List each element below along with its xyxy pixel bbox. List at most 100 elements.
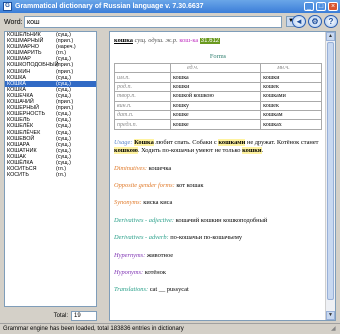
list-item-word: КОШКА	[7, 86, 26, 93]
list-item-word: КОШКА	[7, 74, 26, 81]
forms-header-cell	[114, 62, 171, 74]
list-item-word: КОШАТНИК	[7, 147, 37, 154]
article-scrollbar[interactable]: ▲ ▼	[325, 32, 335, 320]
form-cell: кошек	[260, 81, 322, 93]
list-item-word: КОШАРА	[7, 141, 30, 148]
synonyms-value[interactable]: киска киса	[143, 199, 172, 206]
derivatives-adjective-section: Derivatives - adjective: кошачий кошкин …	[114, 217, 322, 225]
case-cell: вин.п.	[114, 100, 171, 111]
table-row: твор.п. кошкой кошкою кошками	[114, 91, 322, 102]
maximize-button[interactable]: □	[316, 2, 326, 11]
forms-table: ед.ч. мн.ч. им.п. кошка кошки род.п. кошки коше…	[114, 62, 322, 130]
table-row: предл.п. кошке кошках	[114, 119, 322, 130]
list-item-word: КОШКА	[7, 80, 26, 87]
scrollbar-thumb[interactable]	[327, 42, 334, 300]
opposite-gender-section: Opposite gender forms: кот кошак	[114, 182, 322, 190]
close-button[interactable]: ×	[328, 2, 338, 11]
scroll-up-icon[interactable]: ▲	[326, 32, 335, 41]
word-list[interactable]: КОШЕЛЬНИК (сущ.) КОШМАРНЫЙ (прил.) КОШМАРНО(…	[4, 31, 97, 307]
form-cell: кошке	[169, 109, 262, 121]
word-input[interactable]: кош	[24, 16, 282, 28]
frequency-badge: 31.612	[199, 38, 221, 44]
grammar-tags: сущ. одуш. ж.р.	[134, 37, 178, 44]
usage-highlight: кошкою	[114, 147, 138, 155]
list-item-word: КОСИТЬСЯ	[7, 166, 37, 173]
opposite-gender-value[interactable]: кот кошак	[176, 182, 203, 189]
scroll-down-icon[interactable]: ▼	[326, 311, 335, 320]
list-item-word: КОШЕРНОСТЬ	[7, 111, 46, 118]
usage-text: любит спать. Собаки с	[153, 138, 219, 146]
window-title: Grammatical dictionary of Russian langua…	[15, 3, 204, 10]
form-cell: кошку	[169, 100, 262, 111]
word-label: Word:	[4, 18, 23, 26]
help-icon[interactable]: ?	[324, 15, 338, 28]
table-row: дат.п. кошке кошкам	[114, 109, 322, 121]
derivatives-adverb-label: Derivatives - adverb:	[114, 234, 169, 242]
settings-icon[interactable]: ⚙	[308, 15, 322, 28]
form-cell: кошек	[260, 100, 322, 111]
form-cell: кошках	[260, 119, 322, 130]
form-cell: кошками	[260, 91, 322, 102]
hyponyms-label: Hyponyms:	[114, 268, 144, 276]
article-panel: кошка сущ. одуш. ж.р. кош-ка 31.612 Form…	[109, 31, 336, 321]
minimize-button[interactable]: _	[304, 2, 314, 11]
title-bar: G Grammatical dictionary of Russian lang…	[0, 0, 340, 13]
case-cell: им.п.	[114, 72, 171, 83]
back-icon[interactable]: ◄	[292, 15, 306, 28]
table-row: вин.п. кошку кошек	[114, 100, 322, 111]
app-icon: G	[3, 2, 12, 11]
derivatives-adjective-value[interactable]: кошачий кошкин кошкоподобный	[176, 217, 268, 224]
list-item-word: КОШЁЛКА	[7, 159, 34, 166]
hyponyms-value[interactable]: котёнок	[145, 269, 166, 276]
diminutives-value[interactable]: кошечка	[149, 165, 172, 172]
list-item-word: КОШМАРИТЬ	[7, 50, 42, 57]
diminutives-section: Diminutives: кошечка	[114, 165, 322, 173]
form-cell: кошки	[260, 72, 322, 83]
total-label: Total:	[53, 312, 68, 319]
forms-header-row: ед.ч. мн.ч.	[114, 62, 322, 74]
case-cell: род.п.	[114, 81, 171, 93]
hypernyms-value[interactable]: животное	[147, 252, 173, 259]
usage-text: . Ходить по-кошачьи умеют не только	[137, 147, 243, 155]
total-value: 19	[71, 310, 97, 321]
list-item-word: КОШМАРНЫЙ	[7, 38, 44, 45]
list-item[interactable]: КОСИТЬ (гл.)	[5, 172, 96, 178]
hyponyms-section: Hyponyms: котёнок	[114, 269, 322, 277]
list-item-word: КОШКИН	[7, 68, 31, 75]
list-item-word: КОШКОПОДОБНЫЙ	[7, 62, 59, 69]
translations-value[interactable]: cat __ pussycat	[150, 286, 189, 293]
syllables: кош-ка	[179, 37, 199, 44]
forms-title: Forms	[209, 53, 227, 60]
form-cell: кошкой кошкою	[169, 91, 262, 102]
diminutives-label: Diminutives:	[114, 164, 148, 172]
usage-label: Usage:	[114, 138, 133, 146]
list-item-word: КОШЕРНЫЙ	[7, 105, 39, 112]
word-search-bar: Word: кош ▼	[0, 14, 340, 30]
derivatives-adverb-value[interactable]: по-кошачьи по-кошачьему	[170, 234, 242, 241]
list-item-word: КОШЕЛЁК	[7, 123, 34, 130]
translations-section: Translations: cat __ pussycat	[114, 286, 322, 294]
form-cell: кошкам	[260, 109, 322, 121]
resize-grip-icon[interactable]: ◢	[331, 326, 338, 333]
opposite-gender-label: Opposite gender forms:	[114, 181, 175, 189]
form-cell: кошка	[169, 72, 262, 83]
list-item-word: КОШЕВОЙ	[7, 135, 35, 142]
total-row: Total: 19	[4, 310, 97, 321]
usage-section: Usage: Кошка любит спать. Собаки с кошка…	[114, 138, 322, 156]
status-text: Grammar engine has been loaded, total 18…	[3, 326, 184, 332]
case-cell: дат.п.	[114, 109, 171, 121]
hypernyms-label: Hypernyms:	[114, 251, 146, 259]
usage-text: .	[261, 147, 264, 155]
list-item-word: КОСИТЬ	[7, 172, 29, 179]
usage-text: не дружат. Котёнок станет	[245, 138, 319, 146]
list-item-word: КОШМАРНО	[7, 44, 39, 51]
synonyms-label: Synonyms:	[114, 199, 142, 207]
status-bar: Grammar engine has been loaded, total 18…	[0, 323, 340, 334]
list-item-word: КОШАК	[7, 153, 26, 160]
article-content: кошка сущ. одуш. ж.р. кош-ка 31.612 Form…	[114, 36, 322, 295]
table-row: род.п. кошки кошек	[114, 81, 322, 93]
form-cell: кошке	[169, 119, 262, 130]
derivatives-adjective-label: Derivatives - adjective:	[114, 216, 174, 224]
derivatives-adverb-section: Derivatives - adverb: по-кошачьи по-коша…	[114, 234, 322, 242]
headword: кошка	[114, 37, 133, 44]
